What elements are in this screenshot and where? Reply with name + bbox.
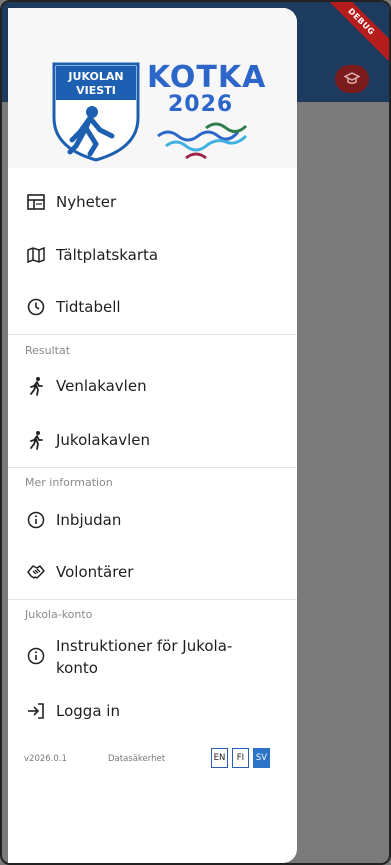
handshake-icon [24, 560, 48, 584]
instructions-line2: konto [56, 659, 98, 677]
newspaper-icon [24, 190, 48, 214]
language-fi-button[interactable]: FI [232, 748, 249, 768]
jukolan-viesti-emblem: JUKOLAN VIESTI [52, 62, 140, 162]
nav-account-instructions-label: Instruktioner för Jukola- konto [56, 635, 232, 679]
nav-invitation[interactable]: Inbjudan [8, 494, 297, 546]
nav-schedule[interactable]: Tidtabell [8, 281, 297, 333]
emblem-line1: JUKOLAN [67, 70, 123, 83]
graduation-cap-button[interactable] [335, 65, 369, 93]
map-icon [24, 243, 48, 267]
app-version: v2026.0.1 [24, 754, 67, 764]
language-sv-button[interactable]: SV [253, 748, 270, 768]
section-account-label: Jukola-konto [25, 608, 93, 621]
logo-year: 2026 [168, 92, 234, 117]
nav-volunteers[interactable]: Volontärer [8, 546, 297, 598]
nav-invitation-label: Inbjudan [56, 511, 122, 529]
instructions-line1: Instruktioner för Jukola- [56, 637, 233, 655]
app-frame: DEBUG JUKOLAN VIESTI KOTKA 2026 Nyheter … [0, 0, 391, 865]
navigation-drawer: JUKOLAN VIESTI KOTKA 2026 Nyheter Tältpl… [8, 8, 297, 863]
divider [8, 599, 297, 600]
nav-news[interactable]: Nyheter [8, 176, 297, 228]
nav-news-label: Nyheter [56, 193, 117, 211]
nav-volunteers-label: Volontärer [56, 563, 134, 581]
info-icon [24, 508, 48, 532]
nav-account-instructions[interactable]: Instruktioner för Jukola- konto [8, 627, 297, 685]
privacy-link[interactable]: Datasäkerhet [108, 754, 165, 764]
divider [8, 467, 297, 468]
nav-schedule-label: Tidtabell [56, 298, 121, 316]
runner-icon [24, 374, 48, 398]
logo-waves [157, 122, 248, 160]
nav-venla-relay[interactable]: Venlakavlen [8, 360, 297, 412]
login-icon [24, 699, 48, 723]
section-more-info-label: Mer information [25, 476, 113, 489]
nav-login-label: Logga in [56, 702, 120, 720]
runner-icon [24, 428, 48, 452]
divider [8, 334, 297, 335]
nav-venla-label: Venlakavlen [56, 377, 147, 395]
nav-jukola-label: Jukolakavlen [56, 431, 151, 449]
section-results-label: Resultat [25, 344, 71, 357]
logo-city: KOTKA [147, 60, 267, 95]
nav-login[interactable]: Logga in [8, 685, 297, 737]
nav-tent-map[interactable]: Tältplatskarta [8, 229, 297, 281]
drawer-header: JUKOLAN VIESTI KOTKA 2026 [8, 8, 297, 168]
drawer-footer: v2026.0.1 Datasäkerhet EN FI SV [24, 748, 294, 772]
language-en-button[interactable]: EN [211, 748, 228, 768]
nav-tent-map-label: Tältplatskarta [56, 246, 159, 264]
info-icon [24, 644, 48, 668]
nav-jukola-relay[interactable]: Jukolakavlen [8, 414, 297, 466]
emblem-line2: VIESTI [76, 84, 116, 97]
clock-icon [24, 295, 48, 319]
graduation-cap-icon [344, 72, 360, 84]
